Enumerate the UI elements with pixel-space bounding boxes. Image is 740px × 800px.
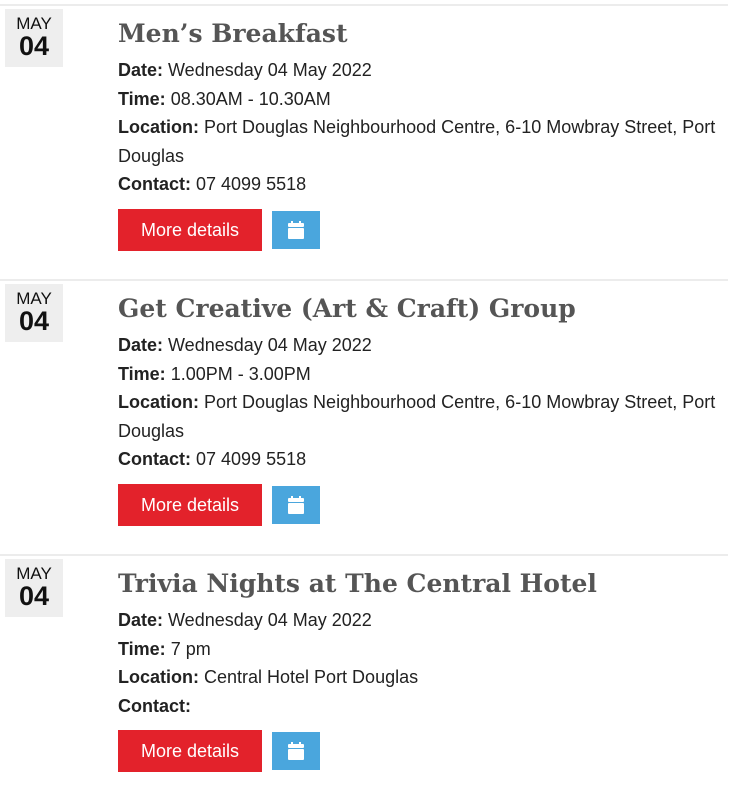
- contact-label: Contact:: [118, 449, 191, 469]
- date-badge: MAY 04: [5, 559, 63, 617]
- event-actions: More details: [118, 483, 728, 526]
- date-badge: MAY 04: [5, 9, 63, 67]
- event-contact-row: Contact: 07 4099 5518: [118, 170, 728, 199]
- event-time-row: Time: 08.30AM - 10.30AM: [118, 85, 728, 114]
- date-label: Date:: [118, 60, 164, 80]
- event-actions: More details: [118, 730, 728, 772]
- time-label: Time:: [118, 363, 166, 384]
- date-day: 04: [18, 31, 50, 61]
- time-label: Time:: [118, 638, 166, 659]
- more-details-button[interactable]: More details: [118, 483, 262, 526]
- event-contact-row: Contact: 07 4099 5518: [118, 445, 728, 474]
- contact-value: 07 4099 5518: [191, 174, 307, 194]
- location-label: Location:: [118, 392, 199, 412]
- time-value: 7 pm: [165, 638, 211, 659]
- more-details-button[interactable]: More details: [118, 730, 262, 772]
- add-to-calendar-button[interactable]: [272, 732, 320, 770]
- date-value: Wednesday 04 May 2022: [163, 610, 372, 630]
- contact-label: Contact:: [118, 695, 191, 716]
- location-value: Central Hotel Port Douglas: [199, 667, 419, 687]
- event-item: MAY 04 Trivia Nights at The Central Hote…: [0, 554, 728, 800]
- event-location-row: Location: Port Douglas Neighbourhood Cen…: [118, 388, 728, 445]
- date-month: MAY: [16, 564, 52, 583]
- time-value: 08.30AM - 10.30AM: [165, 88, 331, 109]
- time-label: Time:: [118, 88, 166, 109]
- date-value: Wednesday 04 May 2022: [163, 60, 372, 80]
- calendar-icon: [288, 742, 304, 760]
- date-label: Date:: [118, 610, 164, 630]
- event-title[interactable]: Men’s Breakfast: [118, 18, 728, 50]
- date-day: 04: [18, 581, 50, 611]
- location-value: Port Douglas Neighbourhood Centre, 6-10 …: [118, 117, 716, 166]
- event-location-row: Location: Central Hotel Port Douglas: [118, 663, 728, 692]
- event-location-row: Location: Port Douglas Neighbourhood Cen…: [118, 113, 728, 170]
- date-month: MAY: [16, 14, 52, 33]
- contact-value: 07 4099 5518: [191, 449, 307, 469]
- add-to-calendar-button[interactable]: [272, 210, 320, 249]
- event-content: Men’s Breakfast Date: Wednesday 04 May 2…: [118, 18, 728, 251]
- date-month: MAY: [16, 289, 52, 308]
- add-to-calendar-button[interactable]: [272, 485, 320, 524]
- date-label: Date:: [118, 335, 164, 355]
- calendar-icon: [288, 220, 304, 239]
- event-title[interactable]: Get Creative (Art & Craft) Group: [118, 293, 728, 325]
- event-item: MAY 04 Get Creative (Art & Craft) Group …: [0, 279, 728, 553]
- date-badge: MAY 04: [5, 284, 63, 342]
- more-details-button[interactable]: More details: [118, 208, 262, 251]
- event-time-row: Time: 1.00PM - 3.00PM: [118, 360, 728, 389]
- contact-label: Contact:: [118, 174, 191, 194]
- event-contact-row: Contact:: [118, 692, 728, 721]
- location-label: Location:: [118, 667, 199, 687]
- date-value: Wednesday 04 May 2022: [163, 335, 372, 355]
- location-label: Location:: [118, 117, 199, 137]
- location-value: Port Douglas Neighbourhood Centre, 6-10 …: [118, 392, 716, 441]
- time-value: 1.00PM - 3.00PM: [165, 363, 311, 384]
- calendar-icon: [288, 495, 304, 514]
- event-content: Trivia Nights at The Central Hotel Date:…: [118, 568, 728, 772]
- event-actions: More details: [118, 208, 728, 251]
- event-date-row: Date: Wednesday 04 May 2022: [118, 606, 728, 635]
- event-title[interactable]: Trivia Nights at The Central Hotel: [118, 568, 728, 600]
- event-content: Get Creative (Art & Craft) Group Date: W…: [118, 293, 728, 526]
- event-item: MAY 04 Men’s Breakfast Date: Wednesday 0…: [0, 4, 728, 278]
- date-day: 04: [18, 306, 50, 336]
- event-date-row: Date: Wednesday 04 May 2022: [118, 331, 728, 360]
- event-time-row: Time: 7 pm: [118, 635, 728, 664]
- event-date-row: Date: Wednesday 04 May 2022: [118, 56, 728, 85]
